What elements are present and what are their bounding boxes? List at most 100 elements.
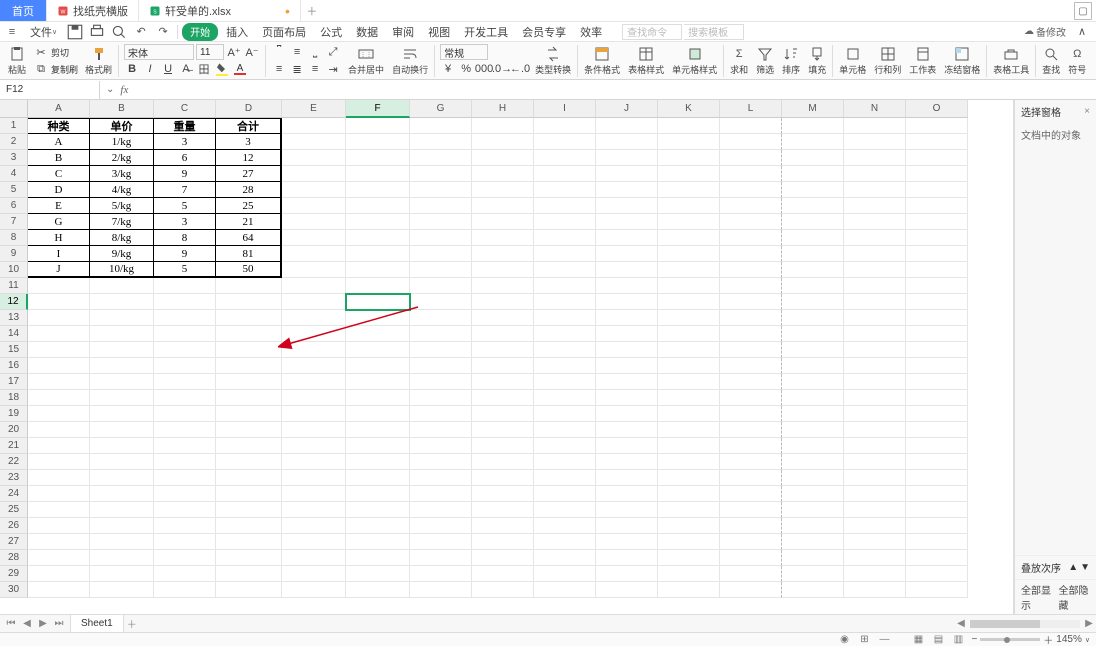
cell[interactable] <box>534 518 596 534</box>
cell[interactable] <box>720 470 782 486</box>
cell[interactable] <box>28 310 90 326</box>
font-shrink-button[interactable]: A⁻ <box>244 44 260 60</box>
spreadsheet-grid[interactable]: ABCDEFGHIJKLMNO1种类单价重量合计2A1/kg333B2/kg61… <box>0 100 1013 614</box>
row-header[interactable]: 1 <box>0 118 28 134</box>
orientation-button[interactable]: ⤢ <box>325 44 341 60</box>
cell[interactable] <box>282 422 346 438</box>
cell[interactable] <box>282 454 346 470</box>
view-break-icon[interactable]: ▥ <box>951 634 965 646</box>
cell[interactable] <box>596 262 658 278</box>
cell[interactable] <box>410 502 472 518</box>
cell[interactable] <box>844 438 906 454</box>
cell[interactable] <box>216 550 282 566</box>
cell[interactable] <box>658 230 720 246</box>
cell[interactable] <box>282 582 346 598</box>
cell[interactable] <box>844 374 906 390</box>
cell[interactable] <box>534 118 596 134</box>
cell[interactable] <box>658 550 720 566</box>
cell[interactable] <box>658 150 720 166</box>
cell[interactable] <box>534 246 596 262</box>
cell[interactable] <box>534 230 596 246</box>
cell[interactable] <box>282 486 346 502</box>
redo-icon[interactable]: ↷ <box>153 23 173 41</box>
cell[interactable] <box>844 390 906 406</box>
sum-button[interactable]: Σ 求和 <box>726 42 752 80</box>
cell[interactable] <box>154 342 216 358</box>
zoom-slider[interactable] <box>980 638 1040 641</box>
cell[interactable] <box>720 566 782 582</box>
col-header[interactable]: F <box>346 100 410 118</box>
cell[interactable] <box>410 118 472 134</box>
cell[interactable] <box>906 166 968 182</box>
cell[interactable] <box>782 166 844 182</box>
cell[interactable] <box>472 390 534 406</box>
cell[interactable] <box>346 198 410 214</box>
cell[interactable] <box>534 262 596 278</box>
cell[interactable] <box>410 294 472 310</box>
cell[interactable] <box>346 342 410 358</box>
cell[interactable] <box>90 358 154 374</box>
cell[interactable] <box>472 422 534 438</box>
rowcol-button[interactable]: 行和列 <box>870 42 905 80</box>
cell[interactable] <box>410 166 472 182</box>
sheet-tab-1[interactable]: Sheet1 <box>70 615 124 633</box>
cell[interactable] <box>720 134 782 150</box>
cell[interactable] <box>658 566 720 582</box>
cell[interactable] <box>282 342 346 358</box>
cell[interactable] <box>596 470 658 486</box>
cell[interactable] <box>90 374 154 390</box>
cell[interactable] <box>282 214 346 230</box>
cell[interactable] <box>534 182 596 198</box>
cell[interactable] <box>90 502 154 518</box>
cell[interactable]: 7/kg <box>90 214 154 230</box>
sheet-button[interactable]: 工作表 <box>905 42 940 80</box>
cell[interactable] <box>282 358 346 374</box>
cell[interactable] <box>844 454 906 470</box>
auto-wrap-button[interactable]: 自动换行 <box>388 42 432 80</box>
cell[interactable]: 1/kg <box>90 134 154 150</box>
cell[interactable] <box>720 438 782 454</box>
cell[interactable] <box>282 438 346 454</box>
cell[interactable]: D <box>28 182 90 198</box>
cell[interactable] <box>534 342 596 358</box>
cell[interactable] <box>346 182 410 198</box>
cell[interactable] <box>534 566 596 582</box>
cell[interactable]: 64 <box>216 230 282 246</box>
cell[interactable] <box>472 582 534 598</box>
row-header[interactable]: 28 <box>0 550 28 566</box>
cell[interactable] <box>28 454 90 470</box>
fill-button[interactable]: 填充 <box>804 42 830 80</box>
col-header[interactable]: L <box>720 100 782 118</box>
cell[interactable] <box>28 294 90 310</box>
tab-doc-2[interactable]: S 轩受单的.xlsx • <box>139 0 301 21</box>
cell[interactable] <box>90 406 154 422</box>
cell[interactable] <box>844 550 906 566</box>
cell[interactable] <box>154 406 216 422</box>
cell[interactable] <box>906 438 968 454</box>
cell[interactable] <box>906 278 968 294</box>
menu-tab-eff[interactable]: 效率 <box>574 23 608 41</box>
cell[interactable] <box>596 550 658 566</box>
cell[interactable] <box>346 438 410 454</box>
comma-button[interactable]: 000 <box>476 61 492 77</box>
cell[interactable] <box>472 230 534 246</box>
col-header[interactable]: B <box>90 100 154 118</box>
cell[interactable] <box>596 486 658 502</box>
freeze-button[interactable]: 冻结窗格 <box>940 42 984 80</box>
cell[interactable] <box>906 470 968 486</box>
template-search-input[interactable]: 搜索模板 <box>684 24 744 40</box>
cell[interactable] <box>782 118 844 134</box>
cell[interactable] <box>346 310 410 326</box>
cell[interactable] <box>534 358 596 374</box>
cell[interactable] <box>154 502 216 518</box>
cell[interactable] <box>844 422 906 438</box>
cell[interactable] <box>782 182 844 198</box>
cell[interactable] <box>346 278 410 294</box>
cell[interactable]: 2/kg <box>90 150 154 166</box>
view-grid-icon[interactable]: ⊞ <box>857 634 871 646</box>
cell[interactable]: H <box>28 230 90 246</box>
cell[interactable] <box>472 278 534 294</box>
command-search-input[interactable]: 查找命令 <box>622 24 682 40</box>
cell[interactable] <box>720 182 782 198</box>
select-all-corner[interactable] <box>0 100 28 118</box>
